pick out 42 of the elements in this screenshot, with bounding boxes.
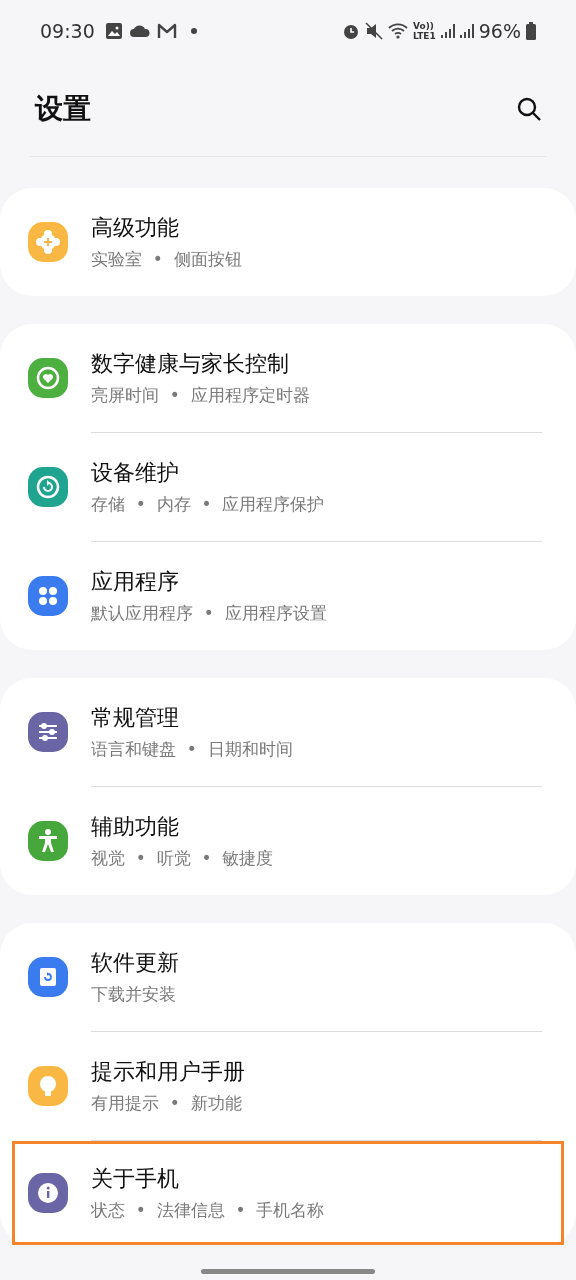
mute-icon (364, 22, 383, 40)
settings-item[interactable]: 应用程序 默认应用程序 • 应用程序设置 (0, 542, 576, 650)
settings-item[interactable]: 软件更新 下载并安装 (0, 923, 576, 1031)
item-title: 高级功能 (91, 213, 180, 242)
item-subtitle: 下载并安装 (91, 982, 177, 1006)
settings-item[interactable]: 关于手机 状态 • 法律信息 • 手机名称 (12, 1141, 564, 1245)
item-title: 数字健康与家长控制 (91, 349, 290, 378)
settings-item[interactable]: 高级功能 实验室 • 侧面按钮 (0, 188, 576, 296)
dot-icon (190, 28, 197, 34)
battery-icon (526, 22, 536, 40)
item-subtitle: 有用提示 • 新功能 (91, 1091, 243, 1115)
item-title: 辅助功能 (91, 812, 180, 841)
item-title: 设备维护 (91, 458, 180, 487)
settings-item[interactable]: 常规管理 语言和键盘 • 日期和时间 (0, 678, 576, 786)
settings-item[interactable]: 设备维护 存储 • 内存 • 应用程序保护 (0, 433, 576, 541)
alarm-icon (341, 22, 360, 40)
item-subtitle: 语言和键盘 • 日期和时间 (91, 737, 293, 761)
settings-item[interactable]: 辅助功能 视觉 • 听觉 • 敏捷度 (0, 787, 576, 895)
search-icon (516, 96, 542, 122)
item-title: 应用程序 (91, 567, 180, 596)
mail-m-icon (156, 23, 177, 39)
wifi-icon (387, 22, 408, 40)
item-subtitle: 视觉 • 听觉 • 敏捷度 (91, 846, 274, 870)
item-title: 关于手机 (91, 1164, 180, 1193)
settings-item[interactable]: 数字健康与家长控制 亮屏时间 • 应用程序定时器 (0, 324, 576, 432)
item-title: 提示和用户手册 (91, 1057, 245, 1086)
item-subtitle: 存储 • 内存 • 应用程序保护 (91, 492, 325, 516)
image-icon (104, 22, 123, 40)
cloud-icon (128, 24, 151, 38)
signal-icon (459, 23, 474, 39)
item-subtitle: 实验室 • 侧面按钮 (91, 247, 242, 271)
item-title: 软件更新 (91, 948, 179, 977)
signal-icon (440, 23, 455, 39)
network-label: Vo)) LTE1 (412, 21, 436, 41)
item-title: 常规管理 (91, 703, 180, 732)
item-subtitle: 亮屏时间 • 应用程序定时器 (91, 383, 310, 407)
page-title: 设置 (35, 91, 91, 127)
battery-percent: 96% (478, 18, 521, 44)
item-subtitle: 状态 • 法律信息 • 手机名称 (91, 1198, 325, 1222)
settings-item[interactable]: 提示和用户手册 有用提示 • 新功能 (0, 1032, 576, 1140)
item-subtitle: 默认应用程序 • 应用程序设置 (91, 601, 327, 625)
status-time: 09:30 (40, 18, 95, 44)
